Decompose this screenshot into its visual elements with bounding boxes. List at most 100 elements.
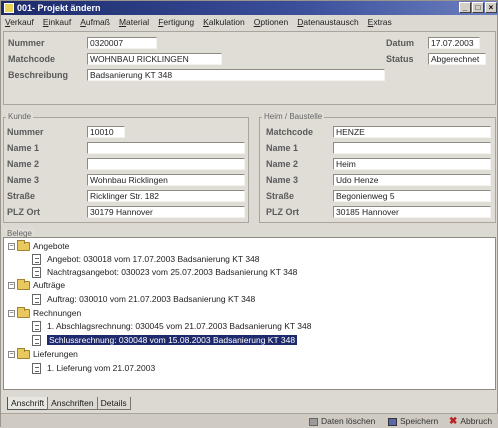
folder-icon (17, 240, 30, 252)
project-edit-window: 001- Projekt ändern _ □ × Verkauf Einkau… (0, 0, 498, 428)
customer-name1-field[interactable] (87, 142, 245, 154)
menu-aufmass[interactable]: Aufmaß (80, 16, 110, 29)
customer-name2-label: Name 2 (7, 159, 40, 169)
menu-fertigung[interactable]: Fertigung (158, 16, 194, 29)
maximize-button[interactable]: □ (472, 2, 484, 13)
date-field[interactable]: 17.07.2003 (428, 37, 480, 49)
site-matchcode-label: Matchcode (266, 127, 314, 137)
site-street-field[interactable]: Begonienweg 5 (333, 190, 491, 202)
folder-icon (17, 348, 30, 360)
customer-street-field[interactable]: Ricklinger Str. 182 (87, 190, 245, 202)
customer-panel: Kunde Nummer 10010 Name 1 Name 2 Name 3 … (3, 112, 249, 223)
site-name2-field[interactable]: Heim (333, 158, 491, 170)
project-description-field[interactable]: Badsanierung KT 348 (87, 69, 385, 81)
tree-group-label: Rechnungen (33, 308, 82, 318)
customer-number-field[interactable]: 10010 (87, 126, 125, 138)
project-matchcode-field[interactable]: WOHNBAU RICKLINGEN (87, 53, 222, 65)
site-matchcode-field[interactable]: HENZE (333, 126, 491, 138)
date-label: Datum (386, 38, 415, 48)
tree-item-label: Auftrag: 030010 vom 21.07.2003 Badsanier… (47, 294, 256, 304)
status-field[interactable]: Abgerechnet (428, 53, 486, 65)
site-zipcity-label: PLZ Ort (266, 207, 299, 217)
save-button-label: Speichern (400, 416, 439, 426)
tab-anschriften[interactable]: Anschriften (47, 397, 98, 410)
menu-material[interactable]: Material (119, 16, 149, 29)
collapse-icon[interactable]: − (8, 282, 15, 290)
minimize-button[interactable]: _ (459, 2, 471, 13)
menu-bar: Verkauf Einkauf Aufmaß Material Fertigun… (1, 16, 498, 29)
document-icon (32, 363, 41, 375)
menu-kalkulation[interactable]: Kalkulation (203, 16, 245, 29)
tab-details[interactable]: Details (96, 397, 131, 410)
close-button[interactable]: × (485, 2, 497, 13)
tree-item-label: Nachtragsangebot: 030023 vom 25.07.2003 … (47, 267, 298, 277)
save-button[interactable]: Speichern (388, 416, 438, 427)
tree-item[interactable]: 1. Lieferung vom 21.07.2003 (32, 362, 155, 375)
customer-name1-label: Name 1 (7, 143, 40, 153)
tree-group-label: Lieferungen (33, 349, 78, 359)
site-name1-field[interactable] (333, 142, 491, 154)
tree-item-selected[interactable]: Schlussrechnung: 030048 vom 15.08.2003 B… (32, 334, 298, 347)
reset-button[interactable]: Daten löschen (309, 416, 375, 427)
site-name3-field[interactable]: Udo Henze (333, 174, 491, 186)
action-bar: Daten löschen Speichern ✖ Abbruch (1, 413, 498, 428)
tab-anschrift[interactable]: Anschrift (7, 397, 49, 410)
tree-item-label: 1. Lieferung vom 21.07.2003 (47, 363, 156, 373)
customer-zipcity-label: PLZ Ort (7, 207, 40, 217)
document-icon (32, 254, 41, 266)
tree-group-label: Angebote (33, 241, 70, 251)
tab-strip: Anschrift Anschriften Details (7, 397, 131, 411)
document-icon (32, 294, 41, 306)
site-street-label: Straße (266, 191, 295, 201)
tree-item-label: 1. Abschlagsrechnung: 030045 vom 21.07.2… (47, 321, 312, 331)
save-icon (388, 417, 397, 426)
cancel-icon: ✖ (449, 415, 458, 427)
menu-datenaustausch[interactable]: Datenaustausch (297, 16, 358, 29)
customer-zipcity-field[interactable]: 30179 Hannover (87, 206, 245, 218)
menu-optionen[interactable]: Optionen (254, 16, 289, 29)
folder-icon (17, 279, 30, 291)
site-panel: Heim / Baustelle Matchcode HENZE Name 1 … (259, 112, 496, 223)
site-panel-title: Heim / Baustelle (262, 112, 325, 121)
window-title: 001- Projekt ändern (17, 3, 101, 13)
customer-panel-title: Kunde (6, 112, 34, 121)
tree-item-label: Schlussrechnung: 030048 vom 15.08.2003 B… (47, 335, 298, 345)
site-zipcity-field[interactable]: 30185 Hannover (333, 206, 491, 218)
tree-item[interactable]: Nachtragsangebot: 030023 vom 25.07.2003 … (32, 266, 297, 279)
menu-verkauf[interactable]: Verkauf (5, 16, 34, 29)
collapse-icon[interactable]: − (8, 243, 15, 251)
tree-item[interactable]: 1. Abschlagsrechnung: 030045 vom 21.07.2… (32, 320, 311, 333)
documents-tree[interactable]: − Angebote Angebot: 030018 vom 17.07.2003… (3, 237, 496, 390)
customer-name3-label: Name 3 (7, 175, 40, 185)
eraser-icon (309, 417, 318, 426)
tree-item[interactable]: Auftrag: 030010 vom 21.07.2003 Badsanier… (32, 293, 255, 306)
title-bar: 001- Projekt ändern _ □ × (1, 1, 498, 15)
tree-group-auftraege[interactable]: − Aufträge (8, 279, 65, 292)
tree-group-rechnungen[interactable]: − Rechnungen (8, 307, 81, 320)
tree-group-angebote[interactable]: − Angebote (8, 240, 69, 253)
customer-number-label: Nummer (7, 127, 44, 137)
site-name1-label: Name 1 (266, 143, 299, 153)
menu-einkauf[interactable]: Einkauf (43, 16, 71, 29)
menu-extras[interactable]: Extras (368, 16, 392, 29)
project-header-panel: Nummer 0320007 Matchcode WOHNBAU RICKLIN… (3, 31, 496, 105)
customer-name2-field[interactable] (87, 158, 245, 170)
site-name2-label: Name 2 (266, 159, 299, 169)
customer-street-label: Straße (7, 191, 36, 201)
project-description-label: Beschreibung (8, 70, 69, 80)
tree-group-label: Aufträge (33, 280, 66, 290)
tree-item[interactable]: Angebot: 030018 vom 17.07.2003 Badsanier… (32, 253, 260, 266)
collapse-icon[interactable]: − (8, 310, 15, 318)
tree-item-label: Angebot: 030018 vom 17.07.2003 Badsanier… (47, 254, 260, 264)
site-name3-label: Name 3 (266, 175, 299, 185)
customer-name3-field[interactable]: Wohnbau Ricklingen (87, 174, 245, 186)
cancel-button-label: Abbruch (460, 416, 493, 426)
cancel-button[interactable]: ✖ Abbruch (449, 416, 492, 427)
project-number-label: Nummer (8, 38, 45, 48)
collapse-icon[interactable]: − (8, 351, 15, 359)
project-matchcode-label: Matchcode (8, 54, 56, 64)
folder-icon (17, 307, 30, 319)
project-number-field[interactable]: 0320007 (87, 37, 157, 49)
document-icon (32, 321, 41, 333)
tree-group-lieferungen[interactable]: − Lieferungen (8, 348, 78, 361)
